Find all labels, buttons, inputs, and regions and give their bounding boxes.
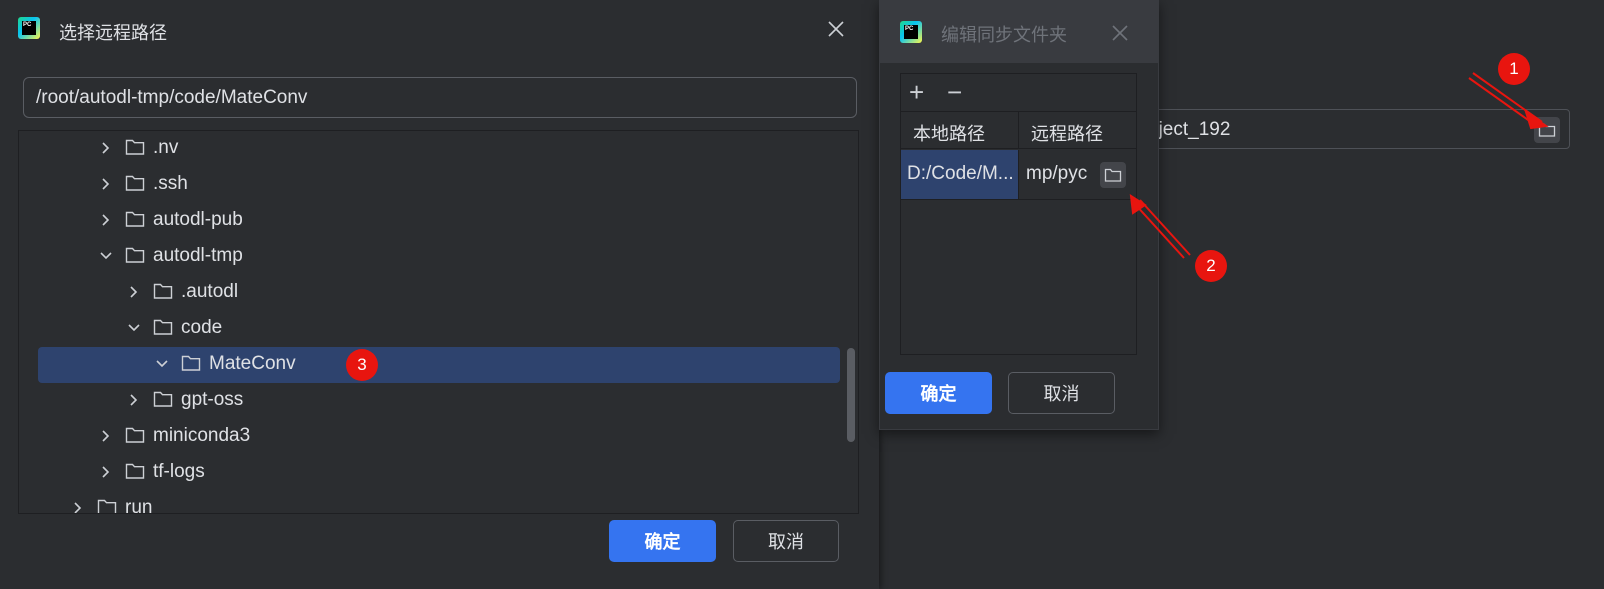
tree-item[interactable]: autodl-pub [19,203,842,237]
row-divider [901,199,1136,200]
tree-item-label: autodl-pub [153,209,243,230]
tree-item-label: code [181,317,223,338]
chevron-right-icon[interactable] [99,177,113,191]
folder-icon [1538,123,1556,137]
folder-icon [153,391,173,407]
tree-item[interactable]: code [19,311,842,345]
tree-item-label: .ssh [153,173,188,194]
remote-browse-button[interactable] [1100,162,1126,188]
tree-item-label: .nv [153,137,179,158]
chevron-right-icon[interactable] [127,285,141,299]
background-path-text: oject_192 [1148,119,1231,140]
folder-icon [153,283,173,299]
folder-icon [125,463,145,479]
sync-table: + − 本地路径 远程路径 D:/Code/M... mp/pyc [900,73,1137,355]
remote-path-dialog: PC 选择远程路径 .nv .ssh autodl-pub autodl-tmp .au… [0,0,879,589]
remote-path-input[interactable] [23,77,857,118]
folder-icon [181,355,201,371]
tree-item-label: tf-logs [153,461,205,482]
annotation-badge-3: 3 [346,349,378,381]
folder-icon [125,139,145,155]
dialog-title: 选择远程路径 [59,23,167,43]
sync-cancel-button[interactable]: 取消 [1008,372,1115,414]
tree-item[interactable]: .nv [19,131,842,165]
tree-item-label: run [125,497,153,514]
folder-icon [125,427,145,443]
tree-item[interactable]: .ssh [19,167,842,201]
close-icon[interactable] [1110,23,1130,43]
chevron-down-icon[interactable] [155,357,169,371]
chevron-right-icon[interactable] [71,501,85,514]
chevron-right-icon[interactable] [99,465,113,479]
chevron-right-icon[interactable] [99,429,113,443]
cell-local-path[interactable]: D:/Code/M... [901,150,1019,199]
folder-icon [153,319,173,335]
tree-item[interactable]: autodl-tmp [19,239,842,273]
background-browse-button[interactable] [1534,117,1560,143]
tree-item-label: .autodl [181,281,239,302]
chevron-right-icon[interactable] [99,213,113,227]
cell-remote-path[interactable]: mp/pyc [1020,150,1100,199]
chevron-right-icon[interactable] [99,141,113,155]
sync-folders-dialog: PC 编辑同步文件夹 + − 本地路径 远程路径 D:/Code/M... mp… [879,0,1159,430]
folder-icon [97,499,117,513]
annotation-badge-2: 2 [1195,250,1227,282]
folder-icon [125,247,145,263]
add-icon[interactable]: + [909,79,924,105]
chevron-down-icon[interactable] [99,249,113,263]
tree-item[interactable]: run [19,491,842,514]
sync-toolbar [901,74,1136,112]
tree-item[interactable]: .autodl [19,275,842,309]
tree-scrollbar[interactable] [847,348,855,442]
tree-item[interactable]: MateConv [19,347,842,383]
folder-icon [125,211,145,227]
close-icon[interactable] [826,19,846,39]
tree-item[interactable]: gpt-oss [19,383,842,417]
pycharm-logo-icon: PC [900,21,922,43]
tree-item-label: autodl-tmp [153,245,243,266]
column-header-local[interactable]: 本地路径 [901,112,1019,149]
tree-item[interactable]: tf-logs [19,455,842,489]
pycharm-logo-icon: PC [18,17,40,39]
sync-dialog-title: 编辑同步文件夹 [941,25,1067,45]
column-header-remote[interactable]: 远程路径 [1019,112,1136,149]
annotation-badge-1: 1 [1498,53,1530,85]
tree-item-label: miniconda3 [153,425,251,446]
chevron-right-icon[interactable] [127,393,141,407]
remote-file-tree[interactable]: .nv .ssh autodl-pub autodl-tmp .autodl code Ma… [18,130,859,514]
tree-item-label: MateConv [209,353,296,374]
remove-icon[interactable]: − [947,79,962,105]
folder-icon [1104,168,1122,182]
cancel-button[interactable]: 取消 [733,520,839,562]
chevron-down-icon[interactable] [127,321,141,335]
folder-icon [125,175,145,191]
tree-item[interactable]: miniconda3 [19,419,842,453]
ok-button[interactable]: 确定 [609,520,716,562]
sync-ok-button[interactable]: 确定 [885,372,992,414]
tree-item-label: gpt-oss [181,389,244,410]
